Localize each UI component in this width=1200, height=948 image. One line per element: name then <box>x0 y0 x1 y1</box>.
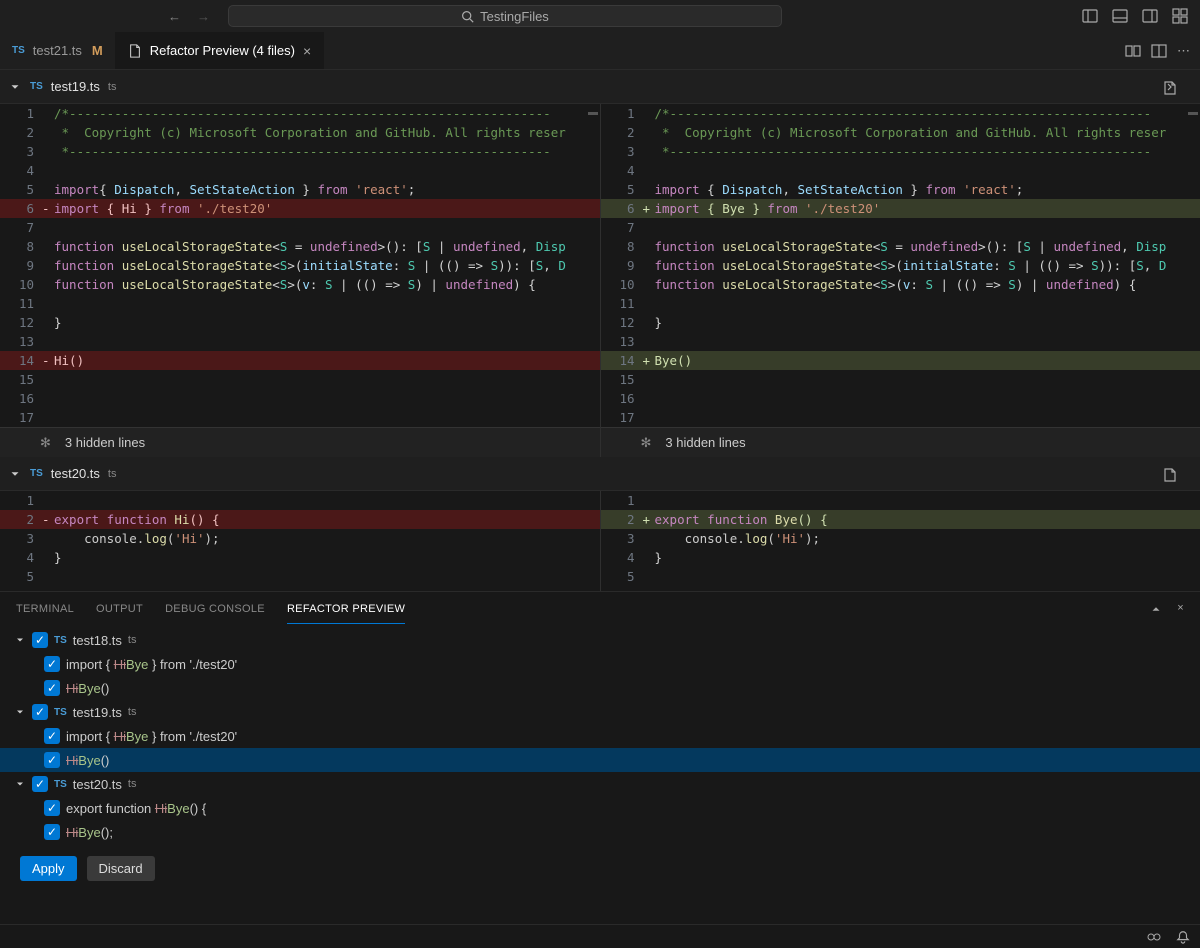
checkbox[interactable] <box>44 656 60 672</box>
checkbox[interactable] <box>44 800 60 816</box>
split-editor-icon[interactable] <box>1151 43 1167 59</box>
bottom-panel: TERMINAL OUTPUT DEBUG CONSOLE REFACTOR P… <box>0 591 1200 924</box>
file-ext: ts <box>108 468 117 480</box>
chevron-up-icon[interactable] <box>1149 602 1163 616</box>
code-line: * Copyright (c) Microsoft Corporation an… <box>655 123 1200 142</box>
tab-refactor-preview[interactable]: Refactor Preview (4 files) × <box>116 32 324 69</box>
goto-file-icon[interactable] <box>1162 79 1192 95</box>
tab-test21[interactable]: TS test21.ts M <box>0 32 116 69</box>
file-name: test19.ts <box>51 79 100 94</box>
checkbox[interactable] <box>32 632 48 648</box>
tree-file-test19[interactable]: TS test19.ts ts <box>0 700 1200 724</box>
tab-terminal[interactable]: TERMINAL <box>16 595 74 623</box>
tree-file-label: test18.ts <box>73 633 122 648</box>
command-center[interactable]: TestingFiles <box>228 5 782 27</box>
checkbox[interactable] <box>32 704 48 720</box>
typescript-icon: TS <box>54 635 67 646</box>
editor-tabs: TS test21.ts M Refactor Preview (4 files… <box>0 32 1200 70</box>
layout-customize-icon[interactable] <box>1168 4 1192 28</box>
fold-icon: ✻ <box>641 435 652 451</box>
code-line: Hi() <box>54 351 600 370</box>
bell-icon[interactable] <box>1176 930 1190 944</box>
code-line: * Copyright (c) Microsoft Corporation an… <box>54 123 600 142</box>
code-line: *---------------------------------------… <box>655 142 1200 161</box>
layout-panel-bottom-icon[interactable] <box>1108 4 1132 28</box>
panel-tabs: TERMINAL OUTPUT DEBUG CONSOLE REFACTOR P… <box>0 592 1200 626</box>
file-name: test20.ts <box>51 466 100 481</box>
chevron-down-icon[interactable] <box>8 80 22 94</box>
search-text: TestingFiles <box>480 9 549 24</box>
typescript-icon: TS <box>12 45 25 56</box>
chevron-down-icon[interactable] <box>14 634 26 646</box>
more-actions-icon[interactable]: ⋯ <box>1177 43 1190 59</box>
search-icon <box>461 10 474 23</box>
fold-icon: ✻ <box>40 435 51 451</box>
checkbox[interactable] <box>44 728 60 744</box>
close-icon[interactable]: × <box>303 43 311 59</box>
tab-output[interactable]: OUTPUT <box>96 595 143 623</box>
diff-file-header-test19: TS test19.ts ts <box>0 70 1200 104</box>
tree-change[interactable]: HiBye(); <box>0 820 1200 844</box>
tab-label: test21.ts <box>33 43 82 58</box>
typescript-icon: TS <box>30 81 43 92</box>
tree-change[interactable]: export function HiBye() { <box>0 796 1200 820</box>
tab-label: Refactor Preview (4 files) <box>150 43 295 58</box>
tree-file-test18[interactable]: TS test18.ts ts <box>0 628 1200 652</box>
discard-button[interactable]: Discard <box>87 856 155 881</box>
status-bar <box>0 924 1200 948</box>
tab-refactor-preview[interactable]: REFACTOR PREVIEW <box>287 595 405 624</box>
file-ext: ts <box>108 81 117 93</box>
diff-editor-test19[interactable]: 1 /*------------------------------------… <box>0 104 1200 457</box>
modified-badge: M <box>92 43 103 58</box>
typescript-icon: TS <box>54 779 67 790</box>
typescript-icon: TS <box>30 468 43 479</box>
tree-change[interactable]: import { HiBye } from './test20' <box>0 652 1200 676</box>
tree-change[interactable]: HiBye() <box>0 676 1200 700</box>
tree-file-test20[interactable]: TS test20.ts ts <box>0 772 1200 796</box>
copilot-icon[interactable] <box>1146 929 1162 945</box>
goto-file-icon[interactable] <box>1162 466 1192 482</box>
diff-editor-test20[interactable]: 1 2-export function Hi() { 3 console.log… <box>0 491 1200 591</box>
code-line: *---------------------------------------… <box>54 142 600 161</box>
tree-file-label: test19.ts <box>73 705 122 720</box>
chevron-down-icon[interactable] <box>14 706 26 718</box>
checkbox[interactable] <box>44 752 60 768</box>
typescript-icon: TS <box>54 707 67 718</box>
title-bar: ← → TestingFiles <box>0 0 1200 32</box>
checkbox[interactable] <box>44 680 60 696</box>
layout-sidebar-left-icon[interactable] <box>1078 4 1102 28</box>
refactor-tree: TS test18.ts ts import { HiBye } from '.… <box>0 626 1200 846</box>
checkbox[interactable] <box>44 824 60 840</box>
minimap[interactable] <box>586 104 600 457</box>
compare-icon[interactable] <box>1125 43 1141 59</box>
code-line: Bye() <box>655 351 1200 370</box>
nav-forward-icon[interactable]: → <box>197 9 210 24</box>
apply-button[interactable]: Apply <box>20 856 77 881</box>
layout-sidebar-right-icon[interactable] <box>1138 4 1162 28</box>
tree-file-label: test20.ts <box>73 777 122 792</box>
checkbox[interactable] <box>32 776 48 792</box>
hidden-lines-indicator[interactable]: ✻ 3 hidden lines <box>0 427 600 457</box>
tree-change[interactable]: import { HiBye } from './test20' <box>0 724 1200 748</box>
tab-debug-console[interactable]: DEBUG CONSOLE <box>165 595 265 623</box>
code-line: /*--------------------------------------… <box>655 104 1200 123</box>
chevron-down-icon[interactable] <box>8 467 22 481</box>
chevron-down-icon[interactable] <box>14 778 26 790</box>
minimap[interactable] <box>1186 104 1200 457</box>
file-icon <box>128 44 142 58</box>
diff-file-header-test20: TS test20.ts ts <box>0 457 1200 491</box>
code-line: /*--------------------------------------… <box>54 104 600 123</box>
close-icon[interactable]: × <box>1177 602 1184 616</box>
nav-back-icon[interactable]: ← <box>168 9 181 24</box>
tree-change[interactable]: HiBye() <box>0 748 1200 772</box>
hidden-lines-indicator[interactable]: ✻ 3 hidden lines <box>601 427 1200 457</box>
